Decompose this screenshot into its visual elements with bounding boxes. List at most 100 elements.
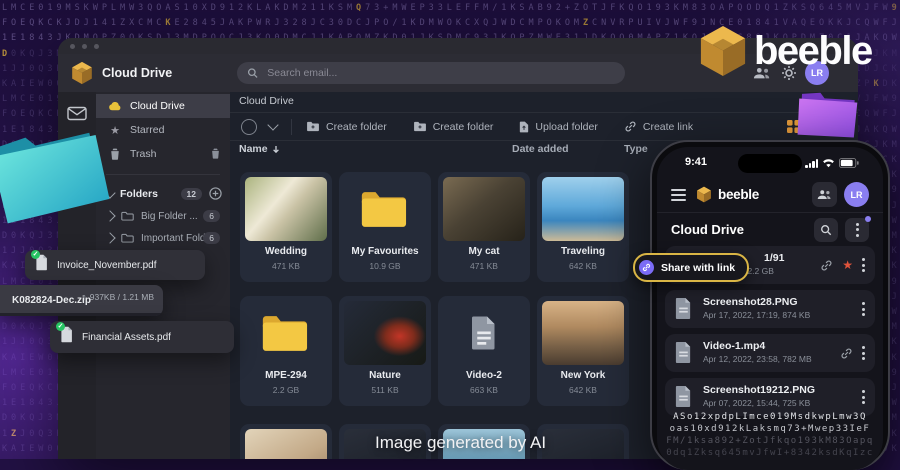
sidebar-item-starred[interactable]: ★ Starred: [96, 118, 230, 142]
file-card-nature[interactable]: Nature 511 KB: [339, 296, 431, 406]
toast-file-name: Invoice_November.pdf: [57, 259, 157, 271]
file-card-traveling[interactable]: Traveling 642 KB: [537, 172, 629, 282]
add-folder-icon[interactable]: [209, 187, 222, 203]
file-name: Video-1.mp4: [703, 340, 766, 352]
sidebar-item-label: Cloud Drive: [130, 100, 185, 112]
beeble-brand-lockup: beeble: [698, 24, 873, 78]
share-with-link-tooltip[interactable]: Share with link: [633, 253, 750, 282]
beeble-logo-icon: [697, 186, 711, 203]
file-card-my-cat[interactable]: My cat 471 KB: [438, 172, 530, 282]
more-options-button[interactable]: [845, 215, 871, 242]
file-card-video-2[interactable]: Video-2 663 KB: [438, 296, 530, 406]
sidebar-item-trash[interactable]: Trash: [96, 142, 230, 166]
file-card-partial[interactable]: [240, 424, 332, 459]
beeble-cube-logo: [700, 25, 746, 77]
star-icon[interactable]: ★: [842, 259, 853, 271]
file-row-screenshot19212[interactable]: Screenshot19212.PNG Apr 07, 2022, 15:44,…: [665, 378, 875, 416]
file-icon: [675, 298, 691, 319]
document-icon: [472, 316, 495, 350]
file-size: 471 KB: [470, 261, 498, 271]
select-all-checkbox[interactable]: [241, 118, 257, 135]
toast-file-name: K082824-Dec.zip: [12, 295, 91, 306]
sidebar-folder-big-folder[interactable]: Big Folder ... 6: [96, 205, 230, 227]
file-size: 2.2 GB: [272, 385, 300, 395]
phone-mockup: 9:41 beeble LR Cloud Drive 1/91 2.2 GB ★…: [650, 140, 890, 470]
sidebar-folder-important-folder[interactable]: Important Folder 6: [96, 227, 230, 249]
traffic-light-buttons[interactable]: [70, 44, 99, 49]
search-bar[interactable]: [237, 62, 625, 84]
menu-icon[interactable]: [671, 188, 686, 201]
cipher-line: 0dq1Zksq645mvJfwI+8342ksdKqIzc: [666, 448, 874, 458]
create-folder-button-2[interactable]: Create folder: [413, 121, 493, 133]
file-card-new-york[interactable]: New York 642 KB: [537, 296, 629, 406]
create-folder-button[interactable]: Create folder: [306, 121, 387, 133]
file-name: Screenshot28.PNG: [703, 296, 798, 308]
tooltip-label: Share with link: [661, 261, 736, 274]
column-type[interactable]: Type: [624, 143, 648, 155]
file-name: Wedding: [264, 246, 308, 257]
photo-thumbnail: [542, 177, 624, 241]
folder-icon: [121, 233, 134, 243]
file-size: 663 KB: [470, 385, 498, 395]
signal-icon: [805, 158, 818, 168]
sidebar-item-label: Trash: [130, 148, 157, 160]
breadcrumb: Cloud Drive: [239, 95, 294, 107]
sidebar-item-label: Starred: [130, 124, 165, 136]
file-row-video-1[interactable]: Video-1.mp4 Apr 12, 2022, 23:58, 782 MB: [665, 334, 875, 372]
folder-label: Big Folder ...: [141, 210, 198, 222]
file-row-screenshot28[interactable]: Screenshot28.PNG Apr 17, 2022, 17:19, 87…: [665, 290, 875, 328]
file-icon: [675, 386, 691, 407]
file-name: 1/91: [764, 252, 785, 264]
teal-folder-graphic: [0, 132, 110, 224]
file-meta: Apr 17, 2022, 17:19, 874 KB: [703, 310, 811, 320]
file-card-my-favourites[interactable]: My Favourites 10.9 GB: [339, 172, 431, 282]
upload-folder-button[interactable]: Upload folder: [519, 121, 598, 133]
select-dropdown-icon[interactable]: [267, 119, 279, 131]
beeble-wordmark: beeble: [754, 28, 873, 73]
column-name[interactable]: Name: [239, 143, 280, 155]
file-icon: [675, 342, 691, 363]
link-icon: [821, 260, 832, 270]
upload-complete-toast-2[interactable]: ✓ Financial Assets.pdf: [50, 321, 234, 353]
status-icons: [805, 158, 859, 168]
section-title: Cloud Drive: [671, 222, 744, 237]
sort-down-icon: [272, 145, 279, 153]
upload-complete-toast[interactable]: ✓ Invoice_November.pdf: [25, 250, 205, 280]
link-icon: [639, 260, 654, 275]
file-name: MPE-294: [265, 370, 307, 381]
search-input[interactable]: [265, 66, 615, 80]
row-kebab-icon[interactable]: [862, 390, 865, 404]
row-kebab-icon[interactable]: [862, 258, 865, 272]
button-label: Create folder: [326, 120, 387, 133]
mail-icon[interactable]: [67, 106, 87, 121]
search-button[interactable]: [814, 217, 838, 242]
dynamic-island: [738, 154, 802, 173]
row-kebab-icon[interactable]: [862, 346, 865, 360]
folders-count-badge: 12: [180, 188, 202, 200]
upload-progress-toast[interactable]: K082824-Dec.zip ↑ 937KB / 1.21 MB: [0, 285, 163, 316]
file-card-wedding[interactable]: Wedding 471 KB: [240, 172, 332, 282]
file-name: Screenshot19212.PNG: [703, 384, 816, 396]
file-size: 471 KB: [272, 261, 300, 271]
photo-thumbnail: [542, 429, 624, 459]
trash-delete-icon[interactable]: [211, 148, 220, 162]
file-card-mpe-294[interactable]: MPE-294 2.2 GB: [240, 296, 332, 406]
file-name: Nature: [369, 370, 401, 381]
file-name: Video-2: [466, 370, 502, 381]
photo-thumbnail: [443, 177, 525, 241]
purple-folder-graphic: [797, 92, 858, 138]
create-link-button[interactable]: Create link: [624, 120, 693, 133]
file-card-partial[interactable]: [537, 424, 629, 459]
row-kebab-icon[interactable]: [862, 302, 865, 316]
photo-thumbnail: [344, 301, 426, 365]
check-badge-icon: ✓: [56, 322, 65, 331]
column-date-added[interactable]: Date added: [512, 143, 569, 155]
shared-users-button[interactable]: [812, 182, 837, 207]
photo-thumbnail: [542, 301, 624, 365]
folders-section-header[interactable]: Folders 12: [96, 183, 230, 205]
user-avatar[interactable]: LR: [844, 182, 869, 207]
file-upload-icon: [520, 121, 529, 132]
sidebar-item-cloud-drive[interactable]: Cloud Drive: [96, 94, 230, 118]
check-badge-icon: ✓: [31, 250, 40, 259]
file-size: 642 KB: [569, 385, 597, 395]
